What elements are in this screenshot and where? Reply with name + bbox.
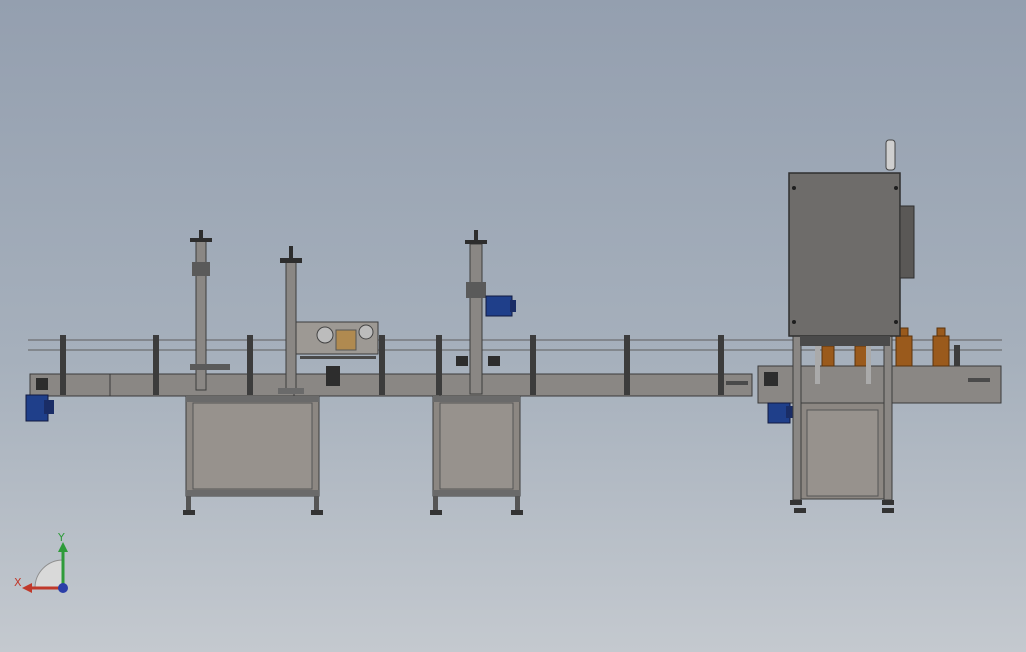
conveyor-motor-left	[25, 394, 54, 422]
station-cabinet-1	[183, 395, 323, 515]
air-filter	[885, 139, 896, 171]
coordinate-triad-icon	[22, 542, 68, 593]
triad-x-label: X	[14, 576, 22, 589]
labeller-column-2	[278, 246, 304, 394]
cad-graphics-viewport[interactable]: Y X	[0, 0, 1026, 652]
filler-control-cabinet	[788, 172, 915, 346]
assembly-model[interactable]	[0, 0, 1026, 652]
conveyor-left	[29, 373, 753, 397]
conveyor-motor-right	[767, 402, 794, 424]
filler-frame	[790, 335, 894, 513]
labeller-column-1	[190, 230, 230, 391]
capper-motor	[485, 295, 516, 317]
triad-y-label: Y	[58, 531, 65, 544]
station-cabinet-2	[430, 395, 523, 515]
